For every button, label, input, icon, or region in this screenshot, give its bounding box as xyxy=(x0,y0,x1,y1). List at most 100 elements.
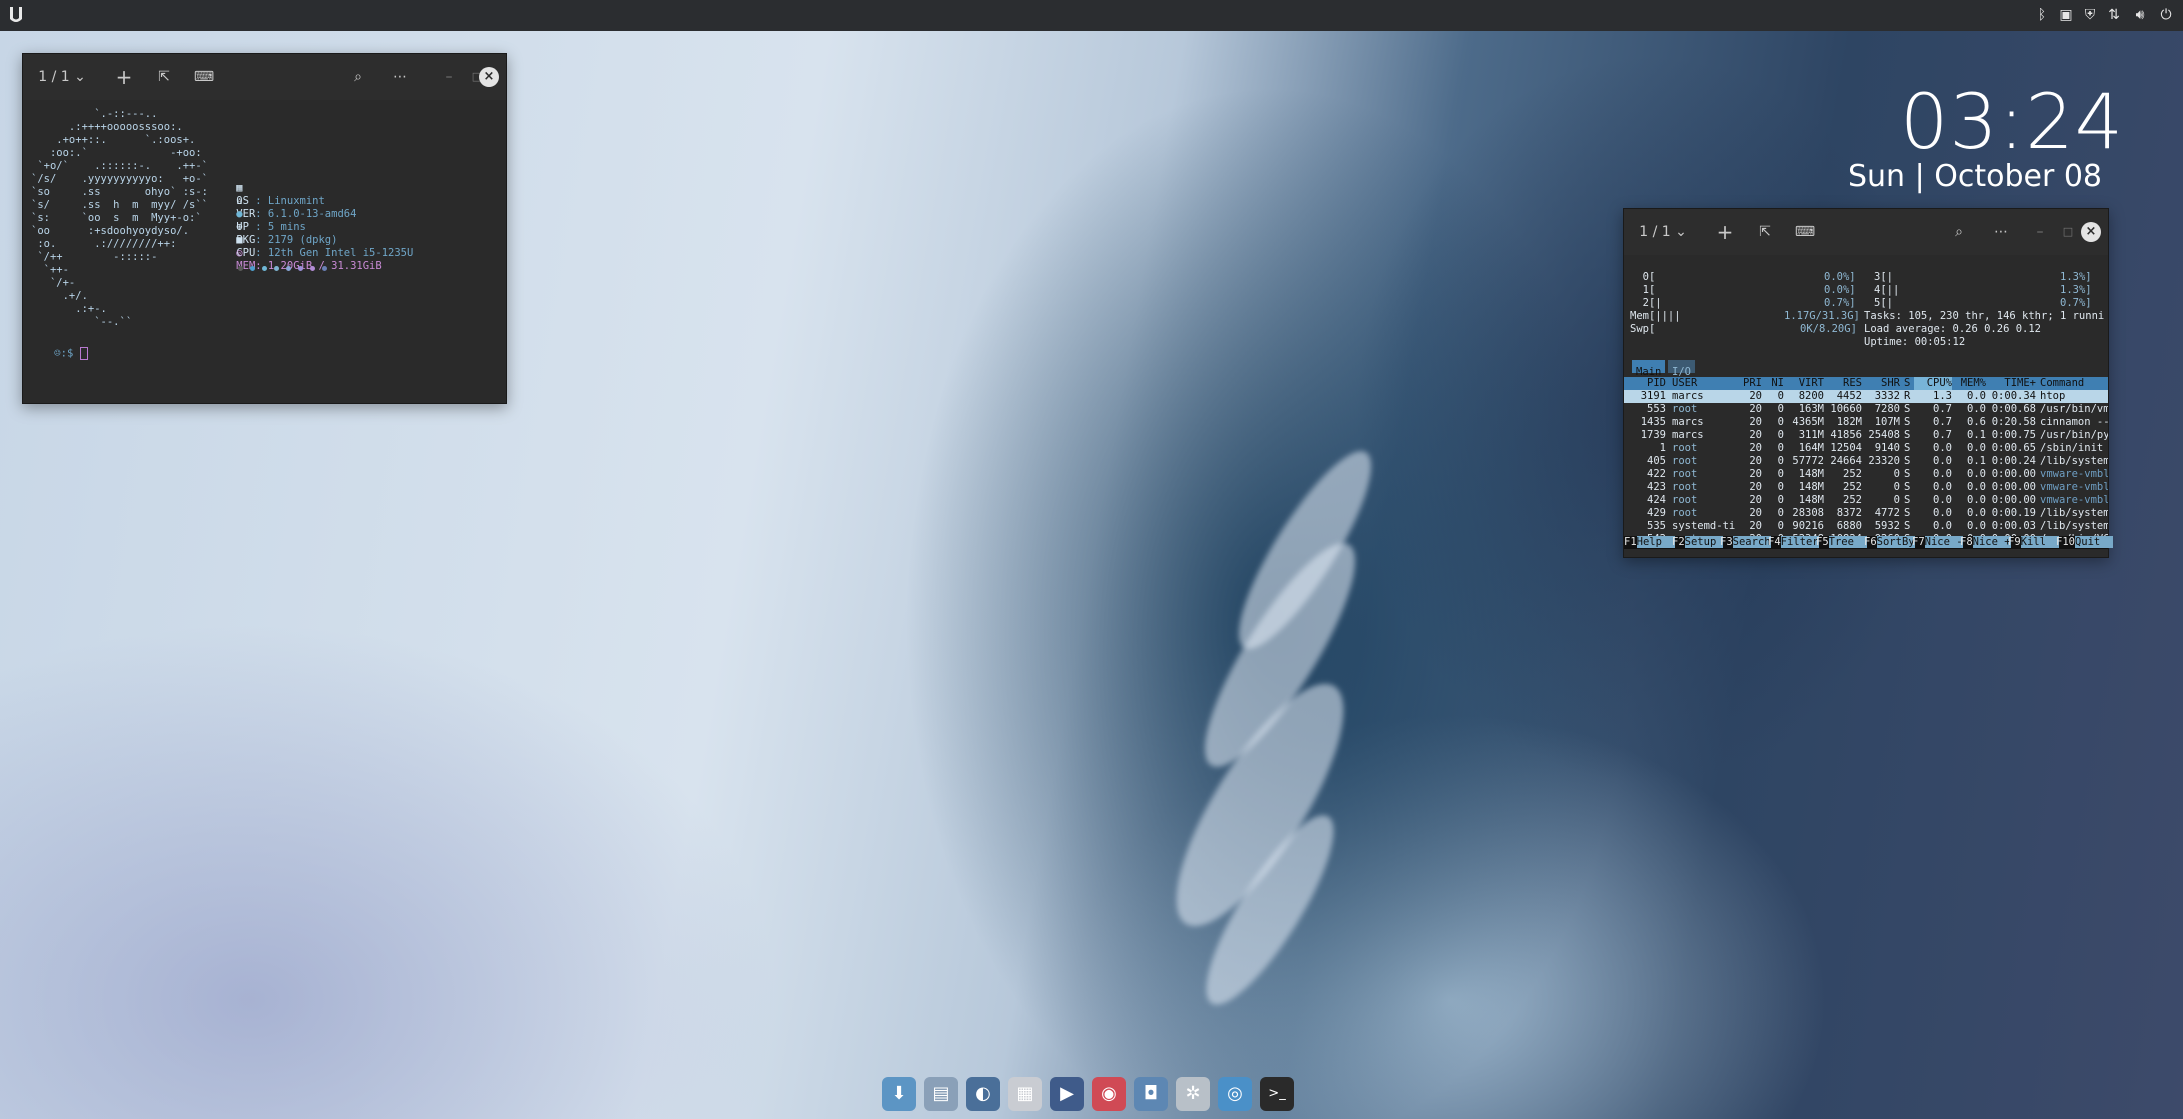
column-header-time[interactable]: TIME+ xyxy=(1986,377,2036,390)
tab-io[interactable]: I/O xyxy=(1668,360,1695,378)
column-header-pri[interactable]: PRI xyxy=(1736,377,1762,390)
dock-settings-icon[interactable]: ✲ xyxy=(1176,1077,1210,1111)
monitor-icon[interactable]: ⌨ xyxy=(1794,221,1816,243)
shell-prompt[interactable]: ☺:$ xyxy=(29,334,88,360)
dock-media-player-icon[interactable]: ▶ xyxy=(1050,1077,1084,1111)
split-icon[interactable]: ⇱ xyxy=(153,66,175,88)
process-cell: root xyxy=(1672,507,1698,519)
split-icon[interactable]: ⇱ xyxy=(1754,221,1776,243)
process-row[interactable]: 553 root 20 0 163M 10660 7280 S 0.7 0.0 0:00.68/us… xyxy=(1624,403,2108,416)
dock-update-manager-icon[interactable]: ⬇ xyxy=(882,1077,916,1111)
function-key[interactable]: F1Help xyxy=(1624,536,1675,549)
process-row[interactable]: 3191 marcs 20 0 8200 4452 3332 R 1.3 0.0 0:00.34 ht… xyxy=(1624,390,2108,403)
process-cell: 4772 xyxy=(1874,507,1900,519)
terminal-window-htop[interactable]: 1 / 1 ⌄ + ⇱ ⌨ ⌕ ⋯ – □ × 0[ 0.0%] 3[| 1.3… xyxy=(1623,208,2113,558)
terminal-titlebar[interactable]: 1 / 1 ⌄ + ⇱ ⌨ ⌕ ⋯ – □ × xyxy=(23,54,506,100)
process-row[interactable]: 422 root 20 0 148M 252 0 S 0.0 0.0 0:00.00 vmware-v… xyxy=(1624,468,2108,481)
function-key-number: F7 xyxy=(1912,536,1925,548)
process-cell: 3191 xyxy=(1640,390,1666,402)
function-key[interactable]: F8Nice + xyxy=(1960,536,2011,549)
process-cell: S xyxy=(1904,429,1911,441)
function-key[interactable]: F6SortBy xyxy=(1864,536,1915,549)
function-key[interactable]: F3Search xyxy=(1720,536,1771,549)
dock-terminal-icon[interactable]: >_ xyxy=(1260,1077,1294,1111)
volume-icon[interactable]: 🔊︎ xyxy=(2130,5,2150,25)
column-header-res[interactable]: RES xyxy=(1824,377,1862,390)
shield-icon[interactable]: ⛨ xyxy=(2080,5,2100,25)
chevron-down-icon[interactable]: ⌄ xyxy=(71,66,89,88)
minimize-icon[interactable]: – xyxy=(441,66,457,88)
chevron-down-icon[interactable]: ⌄ xyxy=(1672,221,1690,243)
process-cell: 20 xyxy=(1749,429,1762,441)
bluetooth-icon[interactable]: ᛒ xyxy=(2032,5,2052,25)
process-row[interactable]: 535 systemd-ti 20 0 90216 6880 5932 S 0.0 0.0 0:00… xyxy=(1624,520,2108,533)
cpu-meter-0-pct: 0.0%] xyxy=(1824,271,1856,283)
neofetch-cpu-row: ■ CPU: 12th Gen Intel i5-1235U xyxy=(211,221,413,259)
function-key[interactable]: F5Tree xyxy=(1816,536,1867,549)
function-key[interactable]: F10Quit xyxy=(2056,536,2113,549)
monitor-icon[interactable]: ⌨ xyxy=(193,66,215,88)
terminal-titlebar[interactable]: 1 / 1 ⌄ + ⇱ ⌨ ⌕ ⋯ – □ × xyxy=(1624,209,2108,255)
process-row[interactable]: 1 root 20 0 164M 12504 9140 S 0.0 0.0 0:00.65/sbin… xyxy=(1624,442,2108,455)
process-row[interactable]: 1739 marcs 20 0 311M 41856 25408 S 0.7 0.1 0:00.75… xyxy=(1624,429,2108,442)
function-key[interactable]: F7Nice - xyxy=(1912,536,1963,549)
process-cell: 90216 xyxy=(1792,520,1824,532)
process-cell: 535 xyxy=(1647,520,1666,532)
process-cell: 422 xyxy=(1647,468,1666,480)
cpu-meter-5: 5[| xyxy=(1874,297,1893,310)
cpu-label: 2[| xyxy=(1630,297,1662,309)
more-options-icon[interactable]: ⋯ xyxy=(389,66,411,88)
dock-browser-icon[interactable]: ◐ xyxy=(966,1077,1000,1111)
close-icon[interactable]: × xyxy=(2081,222,2101,242)
terminal-window-neofetch[interactable]: 1 / 1 ⌄ + ⇱ ⌨ ⌕ ⋯ – □ × `.-::---.. .:+++… xyxy=(22,53,507,404)
dock-calendar-icon[interactable]: ▦ xyxy=(1008,1077,1042,1111)
tab-counter: 1 / 1 xyxy=(38,69,70,85)
tab-main[interactable]: Main xyxy=(1632,360,1666,378)
process-row[interactable]: 429 root 20 0 28308 8372 4772 S 0.0 0.0 0:00.19/li… xyxy=(1624,507,2108,520)
function-key-number: F3 xyxy=(1720,536,1733,548)
function-key-label: Tree xyxy=(1828,536,1867,548)
function-key-label: Nice + xyxy=(1972,536,2011,548)
column-header-command[interactable]: Command xyxy=(2040,377,2108,390)
column-header-mem[interactable]: MEM% xyxy=(1952,377,1986,390)
process-cell: 23320 xyxy=(1868,455,1900,467)
color-palette xyxy=(213,249,334,271)
more-options-icon[interactable]: ⋯ xyxy=(1990,221,2012,243)
close-icon[interactable]: × xyxy=(479,67,499,87)
function-key[interactable]: F2Setup xyxy=(1672,536,1723,549)
function-key[interactable]: F4Filter xyxy=(1768,536,1819,549)
process-cell: 24664 xyxy=(1830,455,1862,467)
process-row[interactable]: 1435 marcs 20 0 4365M 182M 107M S 0.7 0.6 0:20.58 c… xyxy=(1624,416,2108,429)
process-row[interactable]: 405 root 20 0 57772 24664 23320 S 0.0 0.1 0:00.24 /… xyxy=(1624,455,2108,468)
dock-screenshot-icon[interactable]: ◘ xyxy=(1134,1077,1168,1111)
process-row[interactable]: 424 root 20 0 148M 252 0 S 0.0 0.0 0:00.00 vmware-v… xyxy=(1624,494,2108,507)
column-header-pid[interactable]: PID xyxy=(1628,377,1666,390)
tab-counter: 1 / 1 xyxy=(1639,224,1671,240)
column-header-shr[interactable]: SHR xyxy=(1862,377,1900,390)
column-header-state[interactable]: S xyxy=(1904,377,1914,390)
search-icon[interactable]: ⌕ xyxy=(347,66,369,88)
network-icon[interactable]: ⇅ xyxy=(2104,5,2124,25)
dock-viewer-icon[interactable]: ◉ xyxy=(1092,1077,1126,1111)
function-key-label: Search xyxy=(1732,536,1771,548)
process-cell: S xyxy=(1904,455,1911,467)
minimize-icon[interactable]: – xyxy=(2032,221,2048,243)
column-header-ni[interactable]: NI xyxy=(1764,377,1784,390)
new-tab-icon[interactable]: + xyxy=(113,66,135,88)
new-tab-icon[interactable]: + xyxy=(1714,221,1736,243)
search-icon[interactable]: ⌕ xyxy=(1948,221,1970,243)
column-header-cpu[interactable]: CPU% xyxy=(1914,377,1952,390)
dock-search-icon[interactable]: ◎ xyxy=(1218,1077,1252,1111)
desktop-clock-time: 03:24 xyxy=(1900,77,2125,166)
process-cell: marcs xyxy=(1672,429,1704,441)
column-header-virt[interactable]: VIRT xyxy=(1786,377,1824,390)
column-header-user[interactable]: USER xyxy=(1672,377,1736,390)
menu-icon[interactable] xyxy=(6,5,26,25)
power-icon[interactable]: ⏻ xyxy=(2156,5,2176,25)
process-cell: 4365M xyxy=(1792,416,1824,428)
maximize-icon[interactable]: □ xyxy=(2060,221,2076,243)
clipboard-icon[interactable]: ▣ xyxy=(2056,5,2076,25)
dock-files-icon[interactable]: ▤ xyxy=(924,1077,958,1111)
function-key[interactable]: F9Kill xyxy=(2008,536,2059,549)
process-row[interactable]: 423 root 20 0 148M 252 0 S 0.0 0.0 0:00.00 vmware-v… xyxy=(1624,481,2108,494)
